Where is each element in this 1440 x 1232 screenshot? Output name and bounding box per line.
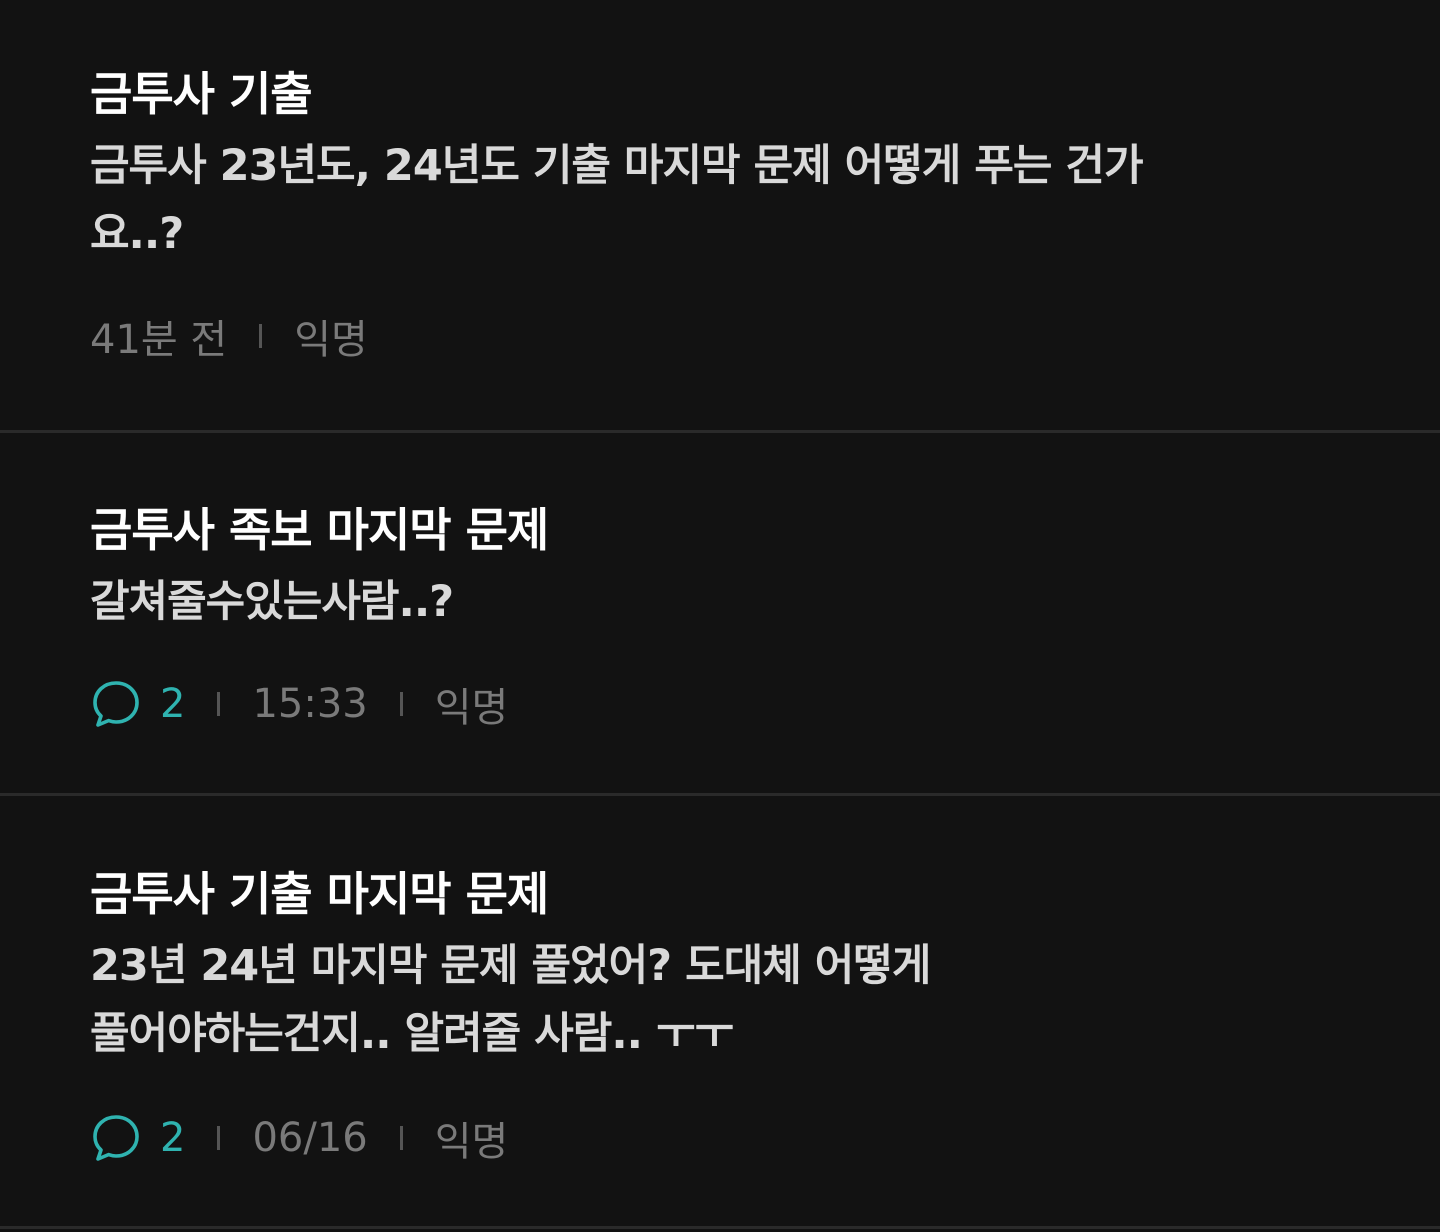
post-title: 금투사 기출 마지막 문제 [90,867,549,921]
meta-separator [217,692,221,716]
post-meta: 2 06/16 익명 [90,1108,1350,1168]
post-item[interactable]: 금투사 족보 마지막 문제 갈쳐줄수있는사람..? 2 15:33 익명 [0,498,1440,734]
meta-separator [399,1126,403,1150]
comment-bubble-icon [93,1115,139,1161]
post-meta: 2 15:33 익명 [90,674,1350,734]
post-author: 익명 [434,685,509,731]
divider [0,793,1440,796]
meta-separator [217,1126,221,1150]
post-body-line: 풀어야하는건지.. 알려줄 사람.. ㅜㅜ [90,1009,734,1059]
post-time: 06/16 [252,1115,368,1161]
post-body: 23년 24년 마지막 문제 풀었어? 도대체 어떻게 풀어야하는건지.. 알려… [90,932,1210,1068]
post-title: 금투사 족보 마지막 문제 [90,503,549,557]
meta-separator [259,324,263,348]
post-time: 41분 전 [90,317,228,363]
post-item[interactable]: 금투사 기출 마지막 문제 23년 24년 마지막 문제 풀었어? 도대체 어떻… [0,862,1440,1168]
post-author: 익명 [294,317,368,363]
divider [0,1226,1440,1229]
post-item[interactable]: 금투사 기출 금투사 23년도, 24년도 기출 마지막 문제 어떻게 푸는 건… [0,62,1440,366]
post-author: 익명 [434,1119,509,1165]
post-body: 금투사 23년도, 24년도 기출 마지막 문제 어떻게 푸는 건가요..? [90,141,1144,259]
comment-count: 2 [160,1115,186,1161]
post-body-line: 23년 24년 마지막 문제 풀었어? 도대체 어떻게 [90,941,931,991]
comment-bubble-icon [93,681,139,727]
post-body: 갈쳐줄수있는사람..? [90,577,454,627]
post-meta: 41분 전 익명 [90,306,1350,366]
comment-count: 2 [160,681,186,727]
divider [0,430,1440,433]
post-time: 15:33 [252,681,368,727]
meta-separator [399,692,403,716]
post-title: 금투사 기출 [90,67,313,121]
